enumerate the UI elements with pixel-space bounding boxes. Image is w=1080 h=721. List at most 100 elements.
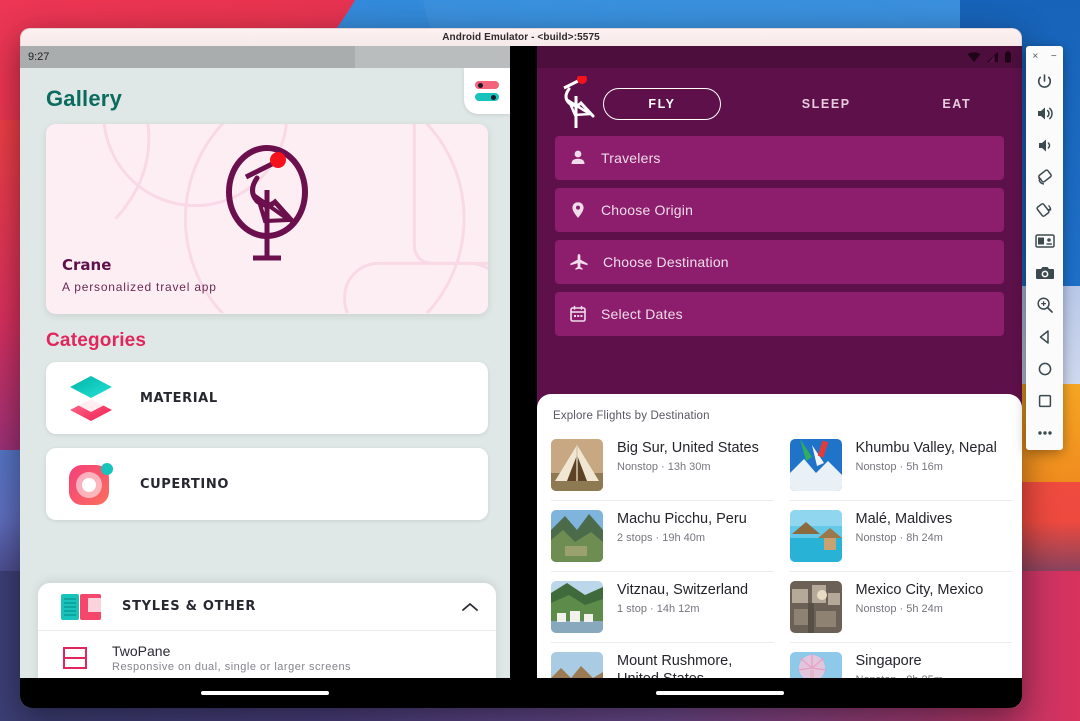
right-display[interactable]: FLY SLEEP EAT Travelers Choose Origin Ch… <box>537 46 1022 708</box>
slider-pink <box>475 81 499 89</box>
material-diamond-icon <box>70 376 112 421</box>
destination-thumbnail <box>551 510 603 562</box>
field-label: Travelers <box>601 150 661 166</box>
gesture-pill[interactable] <box>201 691 329 695</box>
tab-fly[interactable]: FLY <box>603 88 721 120</box>
back-icon[interactable] <box>1026 321 1063 353</box>
destination-name: Machu Picchu, Peru <box>617 511 747 527</box>
fold-device-icon[interactable] <box>1026 225 1063 257</box>
destination-thumbnail <box>551 439 603 491</box>
more-icon[interactable] <box>1026 417 1063 449</box>
field-label: Select Dates <box>601 306 683 322</box>
left-gesture-nav-bar[interactable] <box>20 678 510 708</box>
signal-icon <box>987 52 998 62</box>
volume-down-icon[interactable] <box>1026 129 1063 161</box>
emulator-device-body: 9:27 Gallery Crane A personalized travel… <box>20 46 1022 708</box>
field-label: Choose Origin <box>601 202 694 218</box>
field-travelers[interactable]: Travelers <box>555 136 1004 180</box>
chevron-up-icon[interactable] <box>462 602 478 612</box>
flight-details: Nonstop · 13h 30m <box>617 460 711 473</box>
flight-column-left: Big Sur, United States Nonstop · 13h 30m <box>551 430 774 708</box>
destination-thumbnail <box>789 510 842 562</box>
flight-details: 1 stop · 14h 12m <box>617 602 700 615</box>
list-item[interactable]: Malé, Maldives Nonstop · 8h 24m <box>789 501 1013 571</box>
flight-details: Nonstop · 5h 16m <box>855 460 943 473</box>
category-card-material[interactable]: MATERIAL <box>46 362 488 434</box>
flight-details: Nonstop · 5h 24m <box>855 602 943 615</box>
field-label: Choose Destination <box>603 254 729 270</box>
cupertino-circle-icon <box>69 463 113 505</box>
settings-sliders-icon[interactable] <box>464 68 510 114</box>
hero-title: Crane <box>62 256 112 274</box>
close-icon[interactable]: × <box>1032 52 1038 62</box>
list-item[interactable]: Machu Picchu, Peru 2 stops · 19h 40m <box>551 501 774 571</box>
airplane-icon <box>570 254 588 270</box>
overview-icon[interactable] <box>1026 385 1063 417</box>
styles-swatch-icon <box>61 593 101 620</box>
tab-sleep[interactable]: SLEEP <box>761 89 892 119</box>
crane-tab-bar[interactable]: FLY SLEEP EAT <box>603 88 1022 120</box>
list-item[interactable]: Big Sur, United States Nonstop · 13h 30m <box>551 430 774 500</box>
styles-section-label: STYLES & OTHER <box>122 599 257 614</box>
styles-section-header[interactable]: STYLES & OTHER <box>38 583 496 631</box>
field-choose-origin[interactable]: Choose Origin <box>555 188 1004 232</box>
window-titlebar[interactable]: Android Emulator - <build>:5575 <box>20 28 1022 46</box>
gesture-pill[interactable] <box>655 691 784 695</box>
emulator-toolbar: × − <box>1026 46 1063 450</box>
crane-app: FLY SLEEP EAT Travelers Choose Origin Ch… <box>537 46 1022 708</box>
categories-heading: Categories <box>46 330 147 351</box>
right-gesture-nav-bar[interactable] <box>537 678 1022 708</box>
crane-bird-logo-icon[interactable] <box>555 76 599 132</box>
crane-app-bar: FLY SLEEP EAT <box>537 68 1022 136</box>
zoom-icon[interactable] <box>1026 289 1063 321</box>
destination-thumbnail <box>789 439 842 491</box>
screenshot-camera-icon[interactable] <box>1026 257 1063 289</box>
crane-hero-card[interactable]: Crane A personalized travel app <box>46 124 488 314</box>
tab-eat[interactable]: EAT <box>892 89 1023 119</box>
person-icon <box>571 150 585 164</box>
field-select-dates[interactable]: Select Dates <box>555 292 1004 336</box>
demo-name: TwoPane <box>112 643 171 659</box>
crane-bird-logo-icon <box>226 145 308 261</box>
status-notch <box>355 46 510 68</box>
minimize-icon[interactable]: − <box>1051 52 1057 62</box>
calendar-icon <box>570 305 586 322</box>
destination-thumbnail <box>789 581 842 633</box>
volume-up-icon[interactable] <box>1026 97 1063 129</box>
toolbar-window-buttons: × − <box>1026 49 1063 65</box>
destination-thumbnail <box>551 581 603 633</box>
mexico-city-photo <box>789 581 842 633</box>
hero-subtitle: A personalized travel app <box>62 280 217 294</box>
slider-teal <box>475 93 499 101</box>
maldives-photo <box>789 510 842 562</box>
location-pin-icon <box>572 202 584 218</box>
vitznau-photo <box>551 581 603 633</box>
page-title: Gallery <box>46 86 123 111</box>
destination-name: Mexico City, Mexico <box>855 582 984 598</box>
field-choose-destination[interactable]: Choose Destination <box>555 240 1004 284</box>
rotate-right-icon[interactable] <box>1026 193 1063 225</box>
flight-details: Nonstop · 8h 24m <box>855 531 943 544</box>
flight-grid: Big Sur, United States Nonstop · 13h 30m <box>537 430 1022 708</box>
window-title: Android Emulator - <build>:5575 <box>442 32 600 43</box>
explore-flights-sheet[interactable]: Explore Flights by Destination Big Sur, … <box>537 394 1022 708</box>
demo-description: Responsive on dual, single or larger scr… <box>112 661 352 673</box>
list-item[interactable]: Vitznau, Switzerland 1 stop · 14h 12m <box>551 572 774 642</box>
left-display[interactable]: 9:27 Gallery Crane A personalized travel… <box>20 46 510 708</box>
destination-name: Singapore <box>855 653 922 669</box>
rotate-left-icon[interactable] <box>1026 161 1063 193</box>
two-pane-icon <box>63 647 87 669</box>
destination-name: Big Sur, United States <box>617 440 759 456</box>
flight-details: 2 stops · 19h 40m <box>617 531 706 544</box>
khumbu-photo <box>789 439 842 491</box>
category-card-cupertino[interactable]: CUPERTINO <box>46 448 488 520</box>
power-icon[interactable] <box>1026 65 1063 97</box>
destination-name: Malé, Maldives <box>855 511 953 527</box>
left-status-bar: 9:27 <box>20 46 510 68</box>
list-item[interactable]: Khumbu Valley, Nepal Nonstop · 5h 16m <box>789 430 1013 500</box>
home-icon[interactable] <box>1026 353 1063 385</box>
gallery-app: 9:27 Gallery Crane A personalized travel… <box>20 46 510 708</box>
flight-column-right: Khumbu Valley, Nepal Nonstop · 5h 16m Ma… <box>789 430 1013 708</box>
list-item[interactable]: Mexico City, Mexico Nonstop · 5h 24m <box>789 572 1013 642</box>
demo-row-twopane[interactable]: TwoPane Responsive on dual, single or la… <box>38 631 496 683</box>
